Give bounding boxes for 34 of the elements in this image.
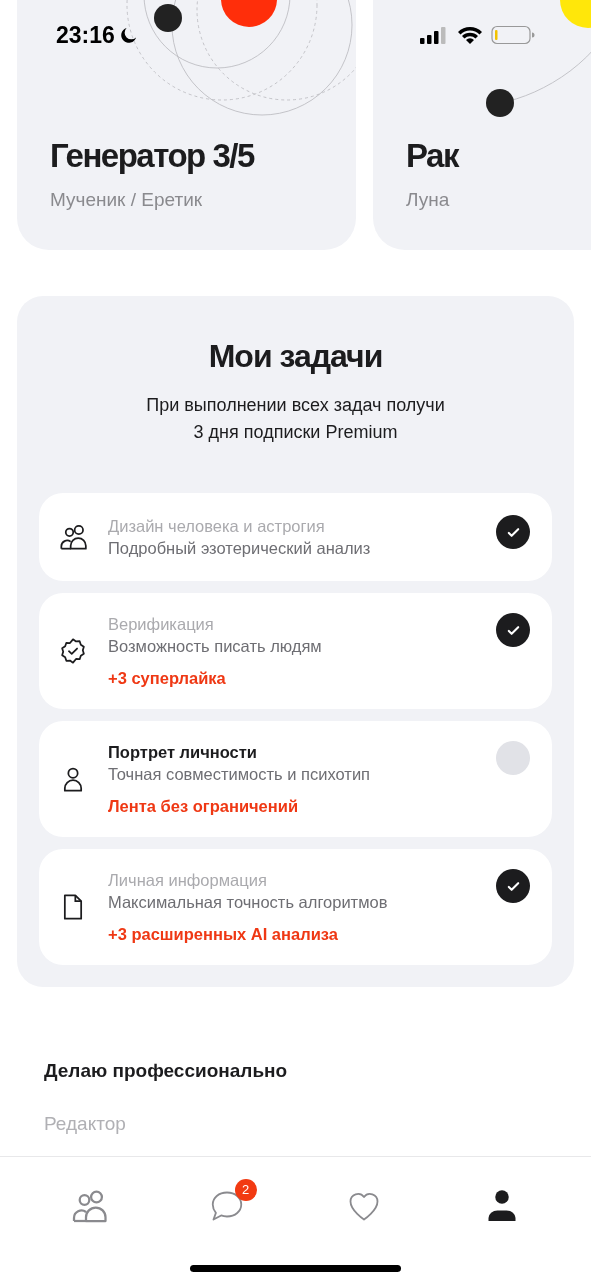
task-card[interactable]: Верификация Возможность писать людям +3 суперлайка: [39, 593, 552, 709]
status-time: 23:16: [56, 20, 115, 50]
task-subtitle: Возможность писать людям: [108, 636, 323, 657]
task-subtitle: Подробный эзотерический анализ: [108, 538, 372, 559]
cellular-signal-icon: [419, 25, 449, 45]
verified-badge-icon: [59, 637, 87, 665]
task-card[interactable]: Портрет личности Точная совместимость и психотип Лента без ограничений: [39, 721, 552, 837]
people-icon: [59, 523, 87, 551]
task-subtitle: Максимальная точность алгоритмов: [108, 892, 389, 913]
task-reward: +3 расширенных AI анализа: [108, 924, 339, 945]
card-subtitle: Луна: [406, 187, 451, 212]
task-card[interactable]: Дизайн человека и астрогия Подробный эзотерический анализ: [39, 493, 552, 581]
task-title: Личная информация: [108, 870, 268, 891]
people-icon: [70, 1188, 107, 1224]
card-title: Генератор 3/5: [50, 135, 256, 176]
notification-badge: 2: [234, 1179, 257, 1201]
panel-description: При выполнении всех задач получи 3 дня подписки Premium: [145, 394, 446, 444]
battery-icon: [491, 25, 535, 45]
info-card[interactable]: Рак Луна: [373, 0, 591, 250]
task-subtitle: Точная совместимость и психотип: [108, 764, 372, 785]
task-reward: Лента без ограничений: [108, 796, 300, 817]
card-subtitle: Мученик / Еретик: [50, 187, 204, 212]
task-title: Портрет личности: [108, 742, 258, 763]
task-title: Дизайн человека и астрогия: [108, 516, 326, 537]
profession-field[interactable]: Редактор: [44, 1109, 547, 1138]
moon-icon: [118, 25, 138, 45]
section-label: Делаю профессионально: [44, 1059, 289, 1083]
wifi-icon: [457, 25, 483, 45]
task-title: Верификация: [108, 614, 215, 635]
card-title: Рак: [406, 135, 460, 176]
tab-bar-item[interactable]: 2: [196, 1181, 257, 1231]
task-reward: +3 суперлайка: [108, 668, 227, 689]
task-card[interactable]: Личная информация Максимальная точность алгоритмов +3 расширенных AI анализа: [39, 849, 552, 965]
panel-title: Мои задачи: [207, 337, 384, 376]
